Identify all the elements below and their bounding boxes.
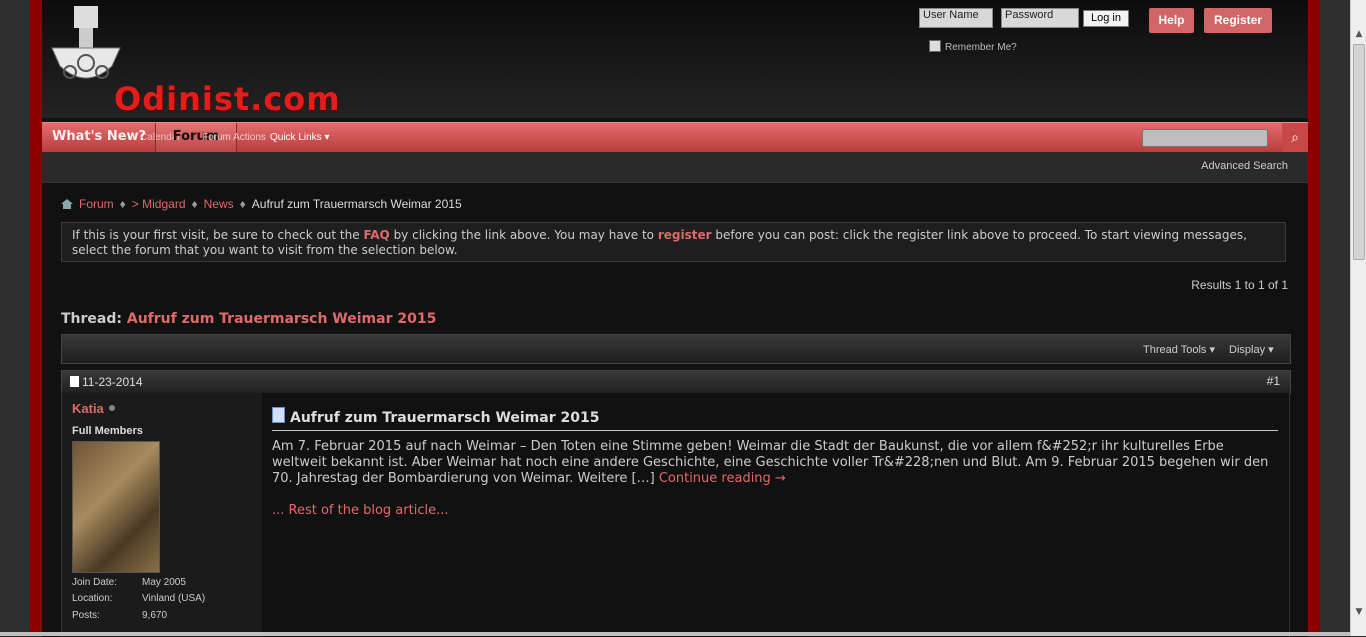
username-field[interactable]: User Name <box>919 8 993 28</box>
breadcrumb-current: Aufruf zum Trauermarsch Weimar 2015 <box>251 197 462 211</box>
main-content: Forum ♦ > Midgard ♦ News ♦ Aufruf zum Trauerma… <box>42 182 1308 637</box>
scroll-up-icon[interactable]: ▲ <box>1351 26 1366 42</box>
notice-text: If this is your first visit, be sure to … <box>72 228 364 242</box>
scrollbar[interactable]: ▲ ▼ <box>1350 0 1366 636</box>
scroll-thumb[interactable] <box>1353 44 1365 260</box>
breadcrumb: Forum ♦ > Midgard ♦ News ♦ Aufruf zum Trauerma… <box>61 197 462 211</box>
quick-links-label: Quick Links <box>270 132 322 143</box>
thread-title-link[interactable]: Aufruf zum Trauermarsch Weimar 2015 <box>127 311 436 327</box>
display-menu[interactable]: Display ▾ <box>1229 343 1274 356</box>
location: Location: Vinland (USA) <box>72 593 205 604</box>
login-button[interactable]: Log in <box>1083 10 1129 27</box>
right-rail <box>1308 0 1320 636</box>
remember-label: Remember Me? <box>945 42 1017 53</box>
subnav-forum-actions[interactable]: Forum Actions <box>202 132 266 143</box>
breadcrumb-separator-icon: ♦ <box>119 197 126 211</box>
offline-status-icon <box>108 405 115 411</box>
avatar[interactable] <box>72 441 160 573</box>
help-button[interactable]: Help <box>1149 8 1194 33</box>
post-count: Posts: 9,670 <box>72 610 167 621</box>
taskbar-edge <box>0 632 1350 636</box>
join-date: Join Date: May 2005 <box>72 577 186 588</box>
sub-navbar: Advanced Search <box>42 152 1308 182</box>
continue-reading-link[interactable]: Continue reading → <box>659 471 786 486</box>
thors-hammer-logo-icon[interactable] <box>48 6 124 90</box>
main-nav: What's New? Calendar Forum Forum Actions… <box>42 122 1308 153</box>
subnav-quick-links[interactable]: Quick Links ▾ <box>270 132 330 143</box>
username-link[interactable]: Katia <box>72 401 115 416</box>
posts-value: 9,670 <box>142 610 168 621</box>
password-field[interactable]: Password <box>1001 8 1079 28</box>
tab-whats-new[interactable]: What's New? <box>52 123 146 153</box>
thread-toolbar: Thread Tools ▾ Display ▾ <box>61 334 1291 364</box>
first-visit-notice: If this is your first visit, be sure to … <box>61 222 1286 262</box>
user-info: Katia Full Members Join Date: May 2005 Lo… <box>61 393 263 637</box>
breadcrumb-separator-icon: ♦ <box>239 197 246 211</box>
results-count: Results 1 to 1 of 1 <box>1191 278 1288 292</box>
chevron-down-icon: ▾ <box>1268 344 1274 356</box>
posts-label: Posts: <box>72 610 100 621</box>
post-header: 11-23-2014 #1 <box>61 370 1291 394</box>
faq-link[interactable]: FAQ <box>363 228 389 242</box>
remember-me[interactable]: Remember Me? <box>929 40 1017 53</box>
breadcrumb-midgard[interactable]: > Midgard <box>132 197 186 211</box>
rest-of-article-link[interactable]: ... Rest of the blog article... <box>272 503 448 518</box>
post-number-link[interactable]: #1 <box>1267 374 1280 388</box>
display-label: Display <box>1229 344 1266 356</box>
breadcrumb-separator-icon: ♦ <box>191 197 198 211</box>
thread-tools-menu[interactable]: Thread Tools ▾ <box>1143 343 1215 356</box>
home-icon[interactable] <box>61 199 73 209</box>
left-rail <box>30 0 42 636</box>
join-date-value: May 2005 <box>142 577 186 588</box>
register-button[interactable]: Register <box>1204 8 1272 33</box>
chevron-down-icon: ▾ <box>324 132 330 143</box>
post-message: Am 7. Februar 2015 auf nach Weimar – Den… <box>272 439 1278 487</box>
notice-text: by clicking the link above. You may have… <box>389 228 658 242</box>
breadcrumb-forum[interactable]: Forum <box>79 197 114 211</box>
site-header: Odinist.com User Name Password Log in Re… <box>42 0 1308 118</box>
document-icon <box>70 376 79 387</box>
page-gutter-right <box>1320 0 1350 636</box>
advanced-search-link[interactable]: Advanced Search <box>1201 160 1288 172</box>
post-date-text: 11-23-2014 <box>82 375 143 389</box>
scroll-down-icon[interactable]: ▼ <box>1351 604 1366 620</box>
thread-tools-label: Thread Tools <box>1143 344 1207 356</box>
username-text: Katia <box>72 401 104 416</box>
remember-checkbox[interactable] <box>929 40 941 52</box>
user-title: Full Members <box>72 425 143 437</box>
search-icon[interactable]: ⌕ <box>1282 123 1308 153</box>
register-link[interactable]: register <box>658 228 712 242</box>
search-input[interactable] <box>1142 129 1268 147</box>
post-body: Aufruf zum Trauermarsch Weimar 2015 Am 7… <box>262 393 1290 637</box>
post-title: Aufruf zum Trauermarsch Weimar 2015 <box>272 407 1278 431</box>
thread-heading: Thread: Aufruf zum Trauermarsch Weimar 2… <box>61 311 436 327</box>
join-date-label: Join Date: <box>72 577 118 588</box>
post-date: 11-23-2014 <box>70 375 143 389</box>
post-title-text: Aufruf zum Trauermarsch Weimar 2015 <box>290 410 600 426</box>
location-value: Vinland (USA) <box>142 593 206 604</box>
page-gutter-left <box>0 0 30 636</box>
post-icon <box>272 407 285 423</box>
chevron-down-icon: ▾ <box>1209 344 1215 356</box>
site-name[interactable]: Odinist.com <box>114 80 341 118</box>
breadcrumb-news[interactable]: News <box>204 197 234 211</box>
thread-label: Thread: <box>61 311 122 327</box>
page: Odinist.com User Name Password Log in Re… <box>42 0 1308 637</box>
location-label: Location: <box>72 593 113 604</box>
